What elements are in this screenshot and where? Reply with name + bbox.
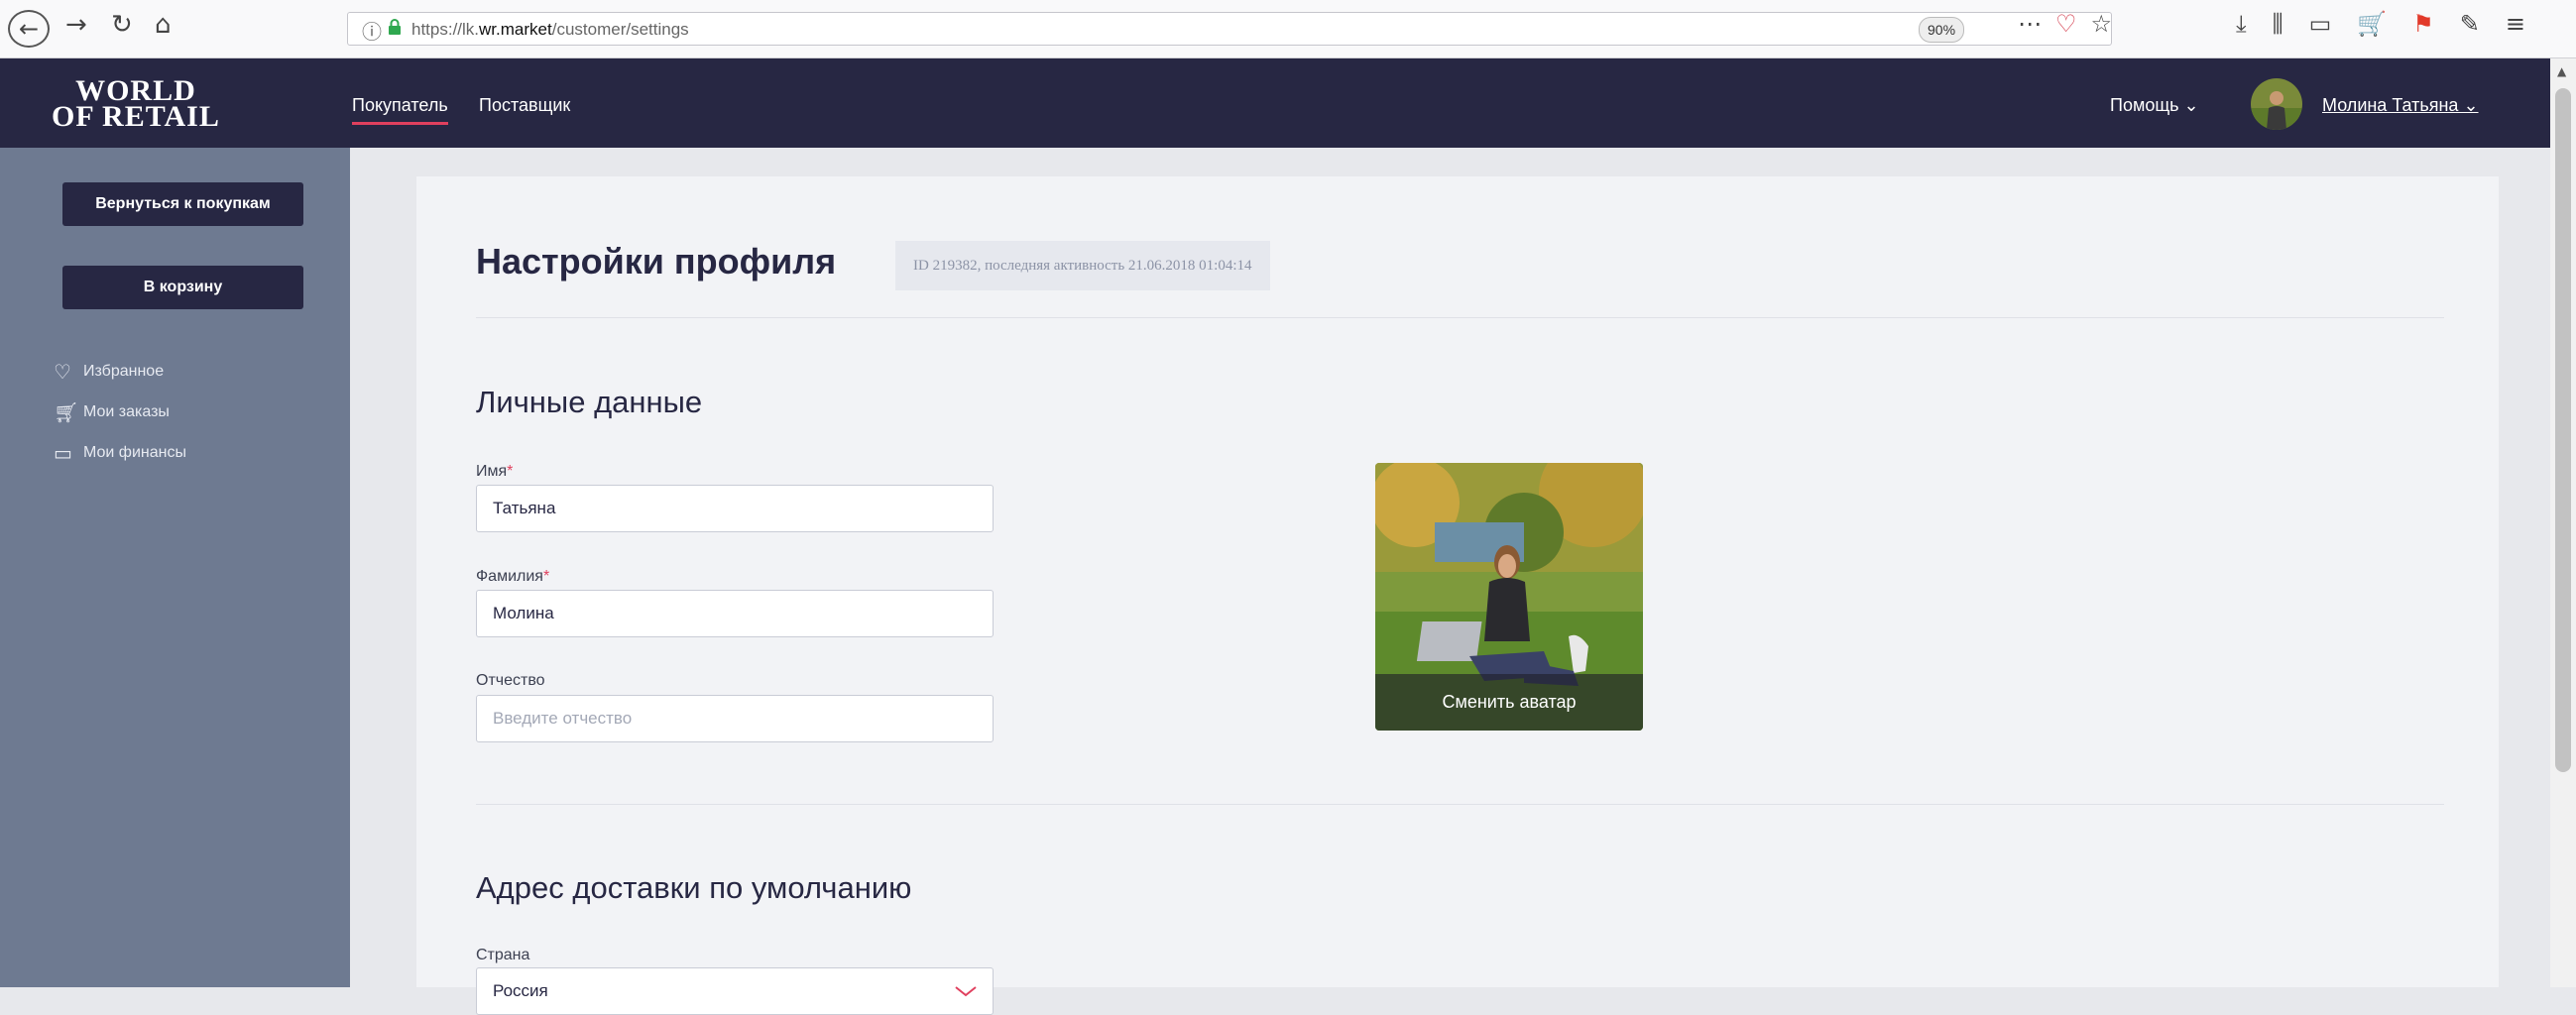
lock-icon <box>389 19 401 35</box>
back-arrow-icon[interactable]: ← <box>8 10 50 48</box>
sidebar-item-finances[interactable]: ▭ Мои финансы <box>54 441 186 465</box>
avatar-upload[interactable]: Сменить аватар <box>1375 463 1643 731</box>
sidebar-item-orders[interactable]: 🛒︎ Мои заказы <box>54 400 170 424</box>
more-actions-icon[interactable]: ⋯ <box>2018 10 2055 38</box>
tab-buyer[interactable]: Покупатель <box>352 95 448 125</box>
tab-supplier[interactable]: Поставщик <box>479 95 570 116</box>
sidebar-toggle-icon[interactable]: ▭ <box>2309 10 2332 38</box>
profile-settings-panel: Настройки профиля ID 219382, последняя а… <box>416 176 2499 1015</box>
shopping-extension-icon[interactable]: 🛒 <box>2357 10 2387 38</box>
heart-icon: ♡ <box>54 360 71 384</box>
page-actions: ⋯♡☆ <box>2018 10 2126 38</box>
cart-icon: 🛒︎ <box>54 400 79 424</box>
sidebar-item-favorites[interactable]: ♡ Избранное <box>54 360 164 384</box>
personal-data-title: Личные данные <box>476 385 703 419</box>
sidebar: Вернуться к покупкам В корзину ♡ Избранно… <box>0 148 350 987</box>
divider <box>476 804 2444 805</box>
page-scrollbar[interactable]: ▲ <box>2550 58 2576 987</box>
chevron-down-icon <box>955 986 977 997</box>
url-text: https://lk.wr.market/customer/settings <box>411 20 689 39</box>
back-to-shopping-button[interactable]: Вернуться к покупкам <box>62 182 303 226</box>
go-to-cart-button[interactable]: В корзину <box>62 266 303 309</box>
site-header: WORLD OF RETAIL Покупатель Поставщик Пом… <box>0 58 2550 148</box>
library-icon[interactable]: ⫼ <box>2273 10 2283 38</box>
divider <box>476 317 2444 318</box>
last-name-field[interactable]: Молина <box>476 590 994 637</box>
avatar[interactable] <box>2251 78 2302 130</box>
zoom-level-badge[interactable]: 90% <box>1919 17 1965 43</box>
scrollbar-thumb[interactable] <box>2555 88 2571 772</box>
hamburger-menu-icon[interactable]: ≡ <box>2506 10 2525 38</box>
info-icon[interactable]: ⓘ <box>362 16 382 45</box>
first-name-label: Имя* <box>476 463 514 480</box>
forward-arrow-icon[interactable]: → <box>65 10 87 40</box>
country-label: Страна <box>476 947 530 963</box>
address-bar[interactable]: ⓘ https://lk.wr.market/customer/settings <box>347 12 2112 46</box>
download-icon[interactable]: ⤓ <box>2236 10 2247 38</box>
profile-id-badge: ID 219382, последняя активность 21.06.20… <box>895 241 1270 290</box>
pocket-icon[interactable]: ♡ <box>2055 10 2091 38</box>
browser-toolbar: ← → ↻ ⌂ ⓘ https://lk.wr.market/customer/… <box>0 0 2576 58</box>
first-name-field[interactable]: Татьяна <box>476 485 994 532</box>
change-avatar-button[interactable]: Сменить аватар <box>1375 674 1643 731</box>
middle-name-field[interactable]: Введите отчество <box>476 695 994 742</box>
delivery-address-title: Адрес доставки по умолчанию <box>476 870 912 905</box>
eyedropper-icon[interactable]: ✎ <box>2460 10 2480 38</box>
help-menu[interactable]: Помощь ⌄ <box>2110 95 2199 116</box>
bookmark-star-icon[interactable]: ☆ <box>2091 10 2127 38</box>
logo[interactable]: WORLD OF RETAIL <box>52 76 220 132</box>
reload-icon[interactable]: ↻ <box>111 10 133 40</box>
home-icon[interactable]: ⌂ <box>155 10 172 40</box>
scroll-up-icon[interactable]: ▲ <box>2557 64 2566 78</box>
browser-extensions: ⤓ ⫼ ▭ 🛒 ⚑ ✎ ≡ <box>2236 10 2551 38</box>
wallet-icon: ▭ <box>54 441 72 465</box>
last-name-label: Фамилия* <box>476 568 550 585</box>
middle-name-label: Отчество <box>476 672 545 689</box>
page-title: Настройки профиля <box>476 241 837 282</box>
user-menu[interactable]: Молина Татьяна ⌄ <box>2322 95 2479 116</box>
flag-extension-icon[interactable]: ⚑ <box>2412 10 2434 38</box>
country-select[interactable]: Россия <box>476 967 994 1015</box>
